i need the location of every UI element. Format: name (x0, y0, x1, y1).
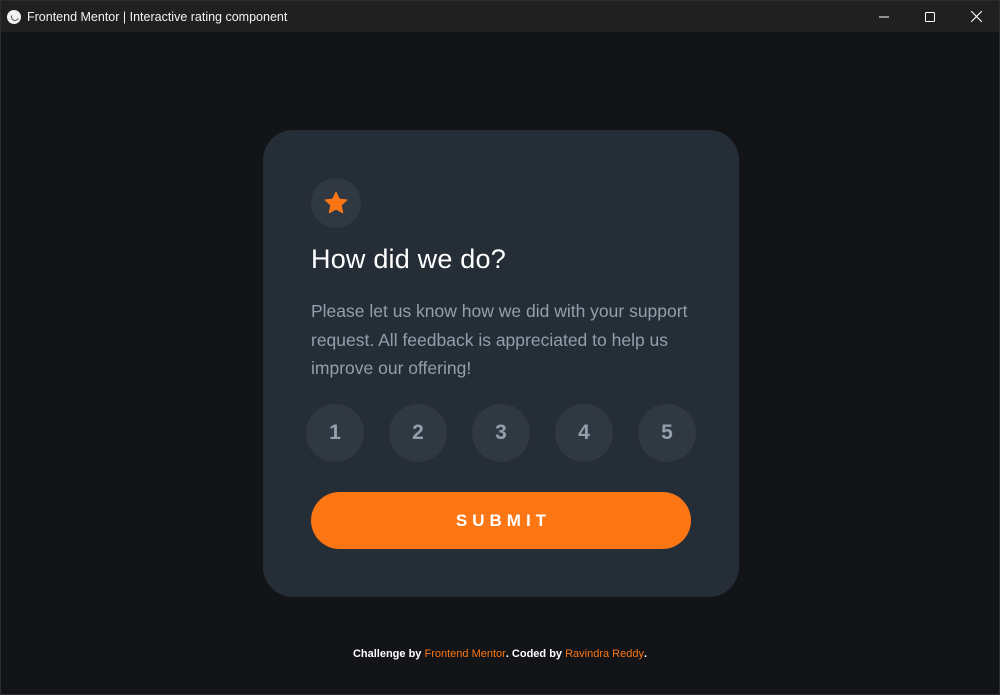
window-controls (861, 1, 999, 32)
close-button[interactable] (953, 1, 999, 32)
attribution: Challenge by Frontend Mentor. Coded by R… (1, 648, 999, 660)
rating-button-2[interactable]: 2 (389, 404, 447, 462)
rating-button-4[interactable]: 4 (555, 404, 613, 462)
card-heading: How did we do? (311, 244, 506, 274)
attribution-suffix: . (643, 648, 648, 660)
maximize-button[interactable] (907, 1, 953, 32)
rating-button-5[interactable]: 5 (638, 404, 696, 462)
rating-card: How did we do? Please let us know how we… (263, 130, 739, 597)
app-icon (7, 9, 21, 24)
author-link[interactable]: Ravindra Reddy (565, 648, 644, 660)
submit-button[interactable]: SUBMIT (311, 492, 691, 549)
close-icon (970, 11, 982, 22)
attribution-prefix: Challenge by (352, 648, 425, 660)
star-badge (311, 178, 361, 228)
rating-button-1[interactable]: 1 (306, 404, 364, 462)
maximize-icon (925, 11, 935, 22)
attribution-middle: . Coded by (505, 648, 566, 660)
rating-button-3[interactable]: 3 (472, 404, 530, 462)
rating-options: 1 2 3 4 5 (306, 404, 696, 462)
minimize-button[interactable] (861, 1, 907, 32)
app-window: Frontend Mentor | Interactive rating com… (0, 0, 1000, 695)
minimize-icon (879, 16, 889, 17)
star-icon (324, 191, 348, 213)
frontend-mentor-link[interactable]: Frontend Mentor (424, 648, 505, 660)
window-title: Frontend Mentor | Interactive rating com… (27, 9, 288, 24)
card-description: Please let us know how we did with your … (311, 301, 688, 378)
title-bar: Frontend Mentor | Interactive rating com… (1, 1, 999, 32)
